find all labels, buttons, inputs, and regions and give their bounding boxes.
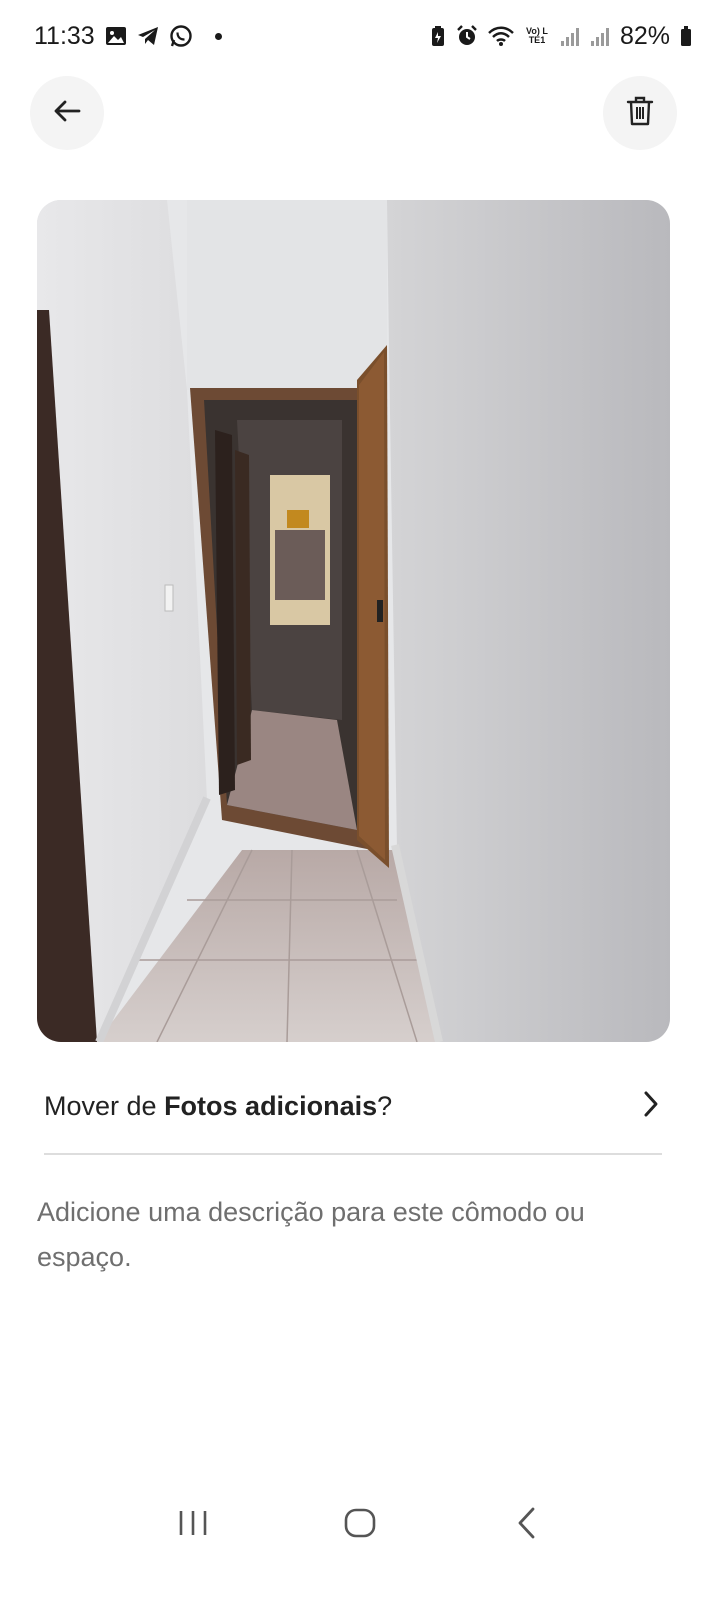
system-back-button[interactable]	[487, 1490, 567, 1560]
whatsapp-icon	[169, 24, 193, 48]
battery-icon	[680, 25, 692, 47]
description-field[interactable]: Adicione uma descrição para este cômodo …	[37, 1190, 677, 1280]
move-photo-row[interactable]: Mover de Fotos adicionais?	[44, 1078, 662, 1134]
status-left: 11:33	[34, 22, 222, 51]
move-photo-text: Mover de Fotos adicionais?	[44, 1091, 392, 1122]
system-navigation-bar	[0, 1480, 720, 1570]
signal-icon	[590, 25, 610, 47]
notification-dot-icon	[214, 32, 222, 40]
status-time: 11:33	[34, 21, 95, 50]
move-prefix: Mover de	[44, 1090, 165, 1121]
trash-icon	[626, 96, 654, 131]
status-bar: 11:33 Vo) LTE1 82%	[0, 0, 720, 72]
photo-detail-screen: 11:33 Vo) LTE1 82% Mover de Fotos adicio…	[0, 0, 720, 1600]
back-icon	[515, 1506, 539, 1545]
home-icon	[343, 1506, 377, 1545]
alarm-icon	[456, 25, 478, 47]
move-suffix: ?	[377, 1090, 393, 1121]
telegram-icon	[137, 25, 159, 47]
recent-apps-icon	[176, 1508, 210, 1543]
battery-percent: 82%	[619, 21, 670, 50]
battery-saver-icon	[430, 25, 446, 47]
back-button[interactable]	[30, 76, 104, 150]
gallery-icon	[105, 25, 127, 47]
album-name: Fotos adicionais	[164, 1090, 378, 1121]
network-type-label: Vo) LTE1	[526, 26, 548, 45]
home-button[interactable]	[320, 1490, 400, 1560]
divider	[44, 1153, 662, 1155]
chevron-right-icon	[640, 1090, 662, 1123]
delete-photo-button[interactable]	[603, 76, 677, 150]
wifi-icon	[488, 25, 514, 47]
hallway-photo[interactable]	[37, 200, 670, 1042]
recent-apps-button[interactable]	[153, 1490, 233, 1560]
signal-icon	[560, 25, 580, 47]
arrow-left-icon	[52, 96, 82, 131]
status-right: Vo) LTE1 82%	[430, 22, 692, 51]
